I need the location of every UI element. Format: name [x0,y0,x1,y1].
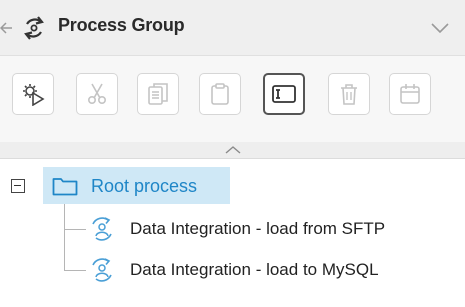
tree-root-label: Root process [91,176,198,196]
paste-button[interactable] [199,73,241,115]
tree-item-label: Data Integration - load to MySQL [130,260,379,279]
process-icon [92,217,112,241]
panel-header: Process Group [0,0,465,56]
calendar-icon [400,84,420,104]
cut-button[interactable] [76,73,118,115]
run-process-button[interactable] [12,73,54,115]
collapse-toggle[interactable] [11,179,25,193]
tree-connector [64,204,65,270]
process-icon [92,258,112,282]
chevron-up-icon [225,146,241,154]
trash-icon [341,84,357,105]
toolbar-collapse-handle[interactable] [0,142,465,159]
clipboard-icon [211,83,229,105]
copy-icon [148,83,168,105]
rename-button[interactable] [263,73,305,115]
arrow-left-icon[interactable] [0,20,14,36]
tree-connector [64,270,86,271]
page-title: Process Group [58,15,185,35]
folder-icon [52,178,78,196]
copy-button[interactable] [137,73,179,115]
text-cursor-box-icon [272,85,296,103]
tree-root-item[interactable]: Root process [43,167,230,204]
tree-item-label: Data Integration - load from SFTP [130,219,386,238]
tree-connector [64,229,86,230]
process-group-icon [24,16,44,40]
toolbar [0,56,465,143]
process-tree: Root process Data Integration - load fro… [0,159,465,307]
delete-button[interactable] [328,73,370,115]
schedule-button[interactable] [389,73,431,115]
scissors-icon [87,83,107,105]
chevron-down-icon[interactable] [428,18,452,38]
gear-play-icon [23,84,45,106]
